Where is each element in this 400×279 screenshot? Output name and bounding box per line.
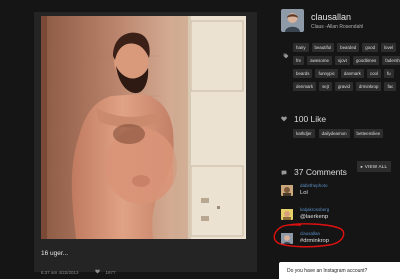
likes-count: 100 Like xyxy=(294,114,327,124)
view-all-button[interactable]: ▸ VIEW ALL xyxy=(357,161,391,172)
profile-header: clausallan Claus -Allan Rosendahl xyxy=(281,9,363,32)
post-time: 8:37 am 4/22/2013 xyxy=(41,269,79,275)
liker[interactable]: betteemiliee xyxy=(353,129,384,138)
tag[interactable]: drminkrop xyxy=(355,82,382,91)
tag[interactable]: denmark xyxy=(293,82,317,91)
tag[interactable]: hairy xyxy=(293,43,309,52)
comment-avatar[interactable] xyxy=(281,208,293,220)
highlight-circle xyxy=(273,223,345,248)
comments-header: 37 Comments ▸ VIEW ALL xyxy=(281,161,400,181)
liker[interactable]: kathdjer xyxy=(293,129,315,138)
comment-avatar[interactable] xyxy=(281,184,293,196)
instagram-account-popup[interactable]: Do you have an Instagram account? xyxy=(279,262,400,279)
post-likes-count: 1977 xyxy=(105,269,116,275)
post-meta: 8:37 am 4/22/2013 1977 xyxy=(41,269,116,275)
tag[interactable]: goodtimes xyxy=(352,56,380,65)
tag[interactable]: sjovt xyxy=(334,56,350,65)
photo-card: 16 uger... 8:37 am 4/22/2013 1977 xyxy=(34,12,257,275)
profile-username[interactable]: clausallan xyxy=(311,12,363,22)
likes-header: 100 Like xyxy=(281,114,326,124)
post-sidebar: clausallan Claus -Allan Rosendahl hairy … xyxy=(273,0,400,279)
tag[interactable]: fadershi xyxy=(382,56,400,65)
liker[interactable]: dailydeamon xyxy=(318,129,350,138)
comment-item: dabirthephoto Lol xyxy=(281,183,328,197)
heart-icon xyxy=(281,114,287,124)
profile-fullname: Claus -Allan Rosendahl xyxy=(311,23,364,30)
tag-icon xyxy=(283,46,289,64)
photo-image xyxy=(41,16,246,239)
tag[interactable]: fu xyxy=(383,69,394,78)
comment-text: Lol xyxy=(300,190,308,196)
comments-count: 37 Comments xyxy=(294,167,347,177)
tag[interactable]: funnypic xyxy=(315,69,338,78)
heart-icon[interactable] xyxy=(94,269,100,275)
tag[interactable]: gravid xyxy=(334,82,353,91)
post-caption: 16 uger... xyxy=(41,250,69,257)
tag[interactable]: fre xyxy=(293,56,305,65)
comment-text: @laerkenp xyxy=(300,214,329,220)
tag[interactable]: beards xyxy=(293,69,313,78)
likers-list: kathdjer dailydeamon betteemiliee xyxy=(293,129,384,138)
tag[interactable]: awesome xyxy=(307,56,332,65)
comment-icon xyxy=(281,163,287,181)
tag-list: hairy beautiful bearded good lovel fre a… xyxy=(293,43,400,91)
tag[interactable]: cool xyxy=(366,69,381,78)
tag[interactable]: lovel xyxy=(381,43,397,52)
comment-item: katjakrossberg @laerkenp xyxy=(281,207,329,221)
post-photo[interactable] xyxy=(41,16,246,239)
tag[interactable]: danmark xyxy=(340,69,364,78)
tag[interactable]: beautiful xyxy=(311,43,335,52)
avatar[interactable] xyxy=(281,9,304,32)
tag[interactable]: good xyxy=(362,43,379,52)
tag[interactable]: sejt xyxy=(319,82,332,91)
tag[interactable]: fac xyxy=(384,82,397,91)
tag[interactable]: bearded xyxy=(337,43,360,52)
